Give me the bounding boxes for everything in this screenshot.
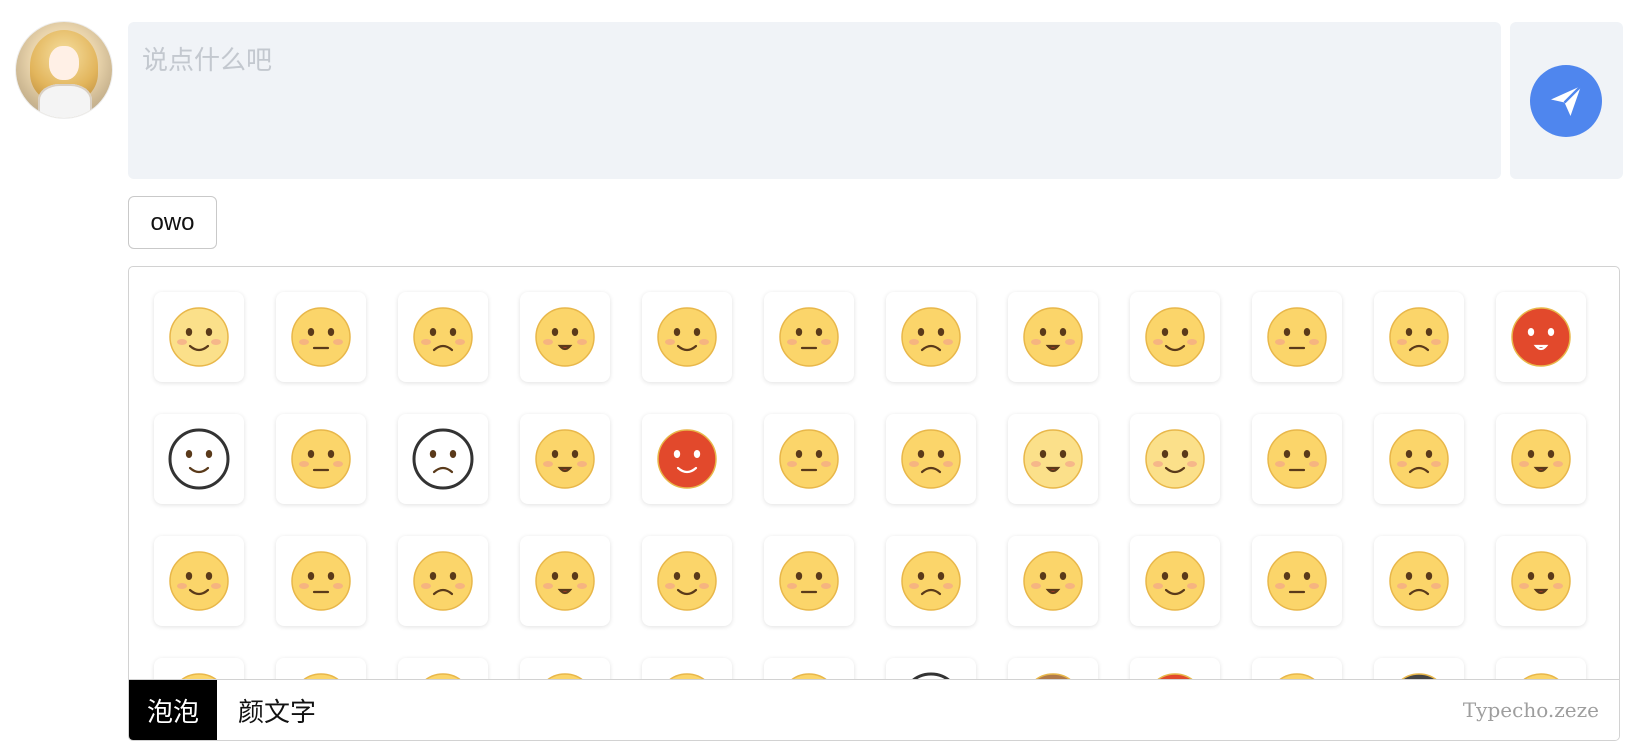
emoji-cell[interactable] (1008, 536, 1098, 626)
doge-crying-emoji-icon (1145, 429, 1205, 489)
husky-emoji-icon (168, 428, 230, 490)
emoji-cell[interactable] (398, 414, 488, 504)
emoji-cell[interactable] (886, 536, 976, 626)
emoji-cell[interactable] (1252, 414, 1342, 504)
emoji-cell[interactable] (398, 292, 488, 382)
emoji-cell[interactable] (642, 536, 732, 626)
awkward-sweat-emoji-icon (1511, 429, 1571, 489)
emoji-cell[interactable] (764, 292, 854, 382)
emoji-cell[interactable] (1008, 292, 1098, 382)
emoji-tab-bar: 泡泡 颜文字 Typecho.zeze (129, 679, 1619, 740)
unimpressed-emoji-icon (413, 551, 473, 611)
avatar-face (49, 46, 79, 80)
emoji-cell[interactable] (642, 414, 732, 504)
smirk-emoji-icon (901, 307, 961, 367)
emoji-cell[interactable] (276, 536, 366, 626)
emoji-cell[interactable] (154, 292, 244, 382)
eating-watermelon-emoji-icon (1023, 307, 1083, 367)
emoji-cell[interactable] (154, 414, 244, 504)
doubtful-emoji-icon (1023, 551, 1083, 611)
sweat-drop-emoji-icon (535, 429, 595, 489)
paper-plane-icon (1551, 85, 1582, 116)
big-grin-emoji-icon (779, 551, 839, 611)
emoji-cell[interactable] (398, 536, 488, 626)
emoji-cell[interactable] (886, 292, 976, 382)
dizzy-emoji-icon (413, 307, 473, 367)
blushing-hand-emoji-icon (291, 307, 351, 367)
nosebleed-emoji-icon (169, 551, 229, 611)
tab-kaomoji[interactable]: 颜文字 (217, 680, 337, 740)
avatar-shirt (38, 84, 92, 118)
emoji-cell[interactable] (1374, 292, 1464, 382)
brand-label: Typecho.zeze (1462, 698, 1599, 722)
doge-emoji-icon (1023, 429, 1083, 489)
emoji-cell[interactable] (520, 292, 610, 382)
crying-tissue-emoji-icon (657, 307, 717, 367)
emoji-cell[interactable] (642, 292, 732, 382)
emoji-cell[interactable] (154, 536, 244, 626)
shy-sly-emoji-icon (291, 551, 351, 611)
loud-crying-emoji-icon (1389, 307, 1449, 367)
emoji-cell[interactable] (520, 536, 610, 626)
emoji-cell[interactable] (764, 536, 854, 626)
tab-bubble[interactable]: 泡泡 (129, 680, 217, 740)
emoji-grid (154, 292, 1586, 740)
emoji-cell[interactable] (1008, 414, 1098, 504)
emoji-cell[interactable] (1374, 414, 1464, 504)
comment-input[interactable] (128, 22, 1501, 179)
husky-tongue-emoji-icon (412, 428, 474, 490)
emoji-cell[interactable] (1252, 536, 1342, 626)
hand-over-mouth-emoji-icon (1145, 307, 1205, 367)
user-avatar (16, 22, 112, 118)
emoji-cell[interactable] (276, 292, 366, 382)
laughing-emoji-icon (901, 551, 961, 611)
yawning-emoji-icon (901, 429, 961, 489)
wink-tongue-emoji-icon (1389, 551, 1449, 611)
thinking-emoji-icon (535, 551, 595, 611)
grinning-teeth-emoji-icon (1267, 307, 1327, 367)
pain-emoji-icon (1267, 551, 1327, 611)
emoji-panel: 泡泡 颜文字 Typecho.zeze (128, 266, 1620, 741)
send-button[interactable] (1530, 65, 1602, 137)
emoji-cell[interactable] (1130, 536, 1220, 626)
wry-smile-emoji-icon (657, 551, 717, 611)
happy-emoji-icon (1267, 429, 1327, 489)
owo-toggle-button[interactable]: owo (128, 196, 217, 249)
emoji-cell[interactable] (1496, 414, 1586, 504)
emoji-cell[interactable] (1374, 536, 1464, 626)
emoji-cell[interactable] (1130, 292, 1220, 382)
doge-hat-emoji-icon (169, 307, 229, 367)
pouting-emoji-icon (1389, 429, 1449, 489)
send-area (1510, 22, 1623, 179)
shocked-emoji-icon (1145, 551, 1205, 611)
emoji-cell[interactable] (764, 414, 854, 504)
emoji-cell[interactable] (886, 414, 976, 504)
whistling-emoji-icon (535, 307, 595, 367)
angry-red-emoji-icon (1511, 307, 1571, 367)
emoji-cell[interactable] (1130, 414, 1220, 504)
laughing-tears-emoji-icon (1511, 551, 1571, 611)
side-eye-smile-emoji-icon (291, 429, 351, 489)
emoji-cell[interactable] (276, 414, 366, 504)
emoji-cell[interactable] (1252, 292, 1342, 382)
furious-fire-emoji-icon (657, 429, 717, 489)
emoji-cell[interactable] (1496, 292, 1586, 382)
speechless-emoji-icon (779, 429, 839, 489)
emoji-cell[interactable] (1496, 536, 1586, 626)
emoji-cell[interactable] (520, 414, 610, 504)
annoyed-emoji-icon (779, 307, 839, 367)
